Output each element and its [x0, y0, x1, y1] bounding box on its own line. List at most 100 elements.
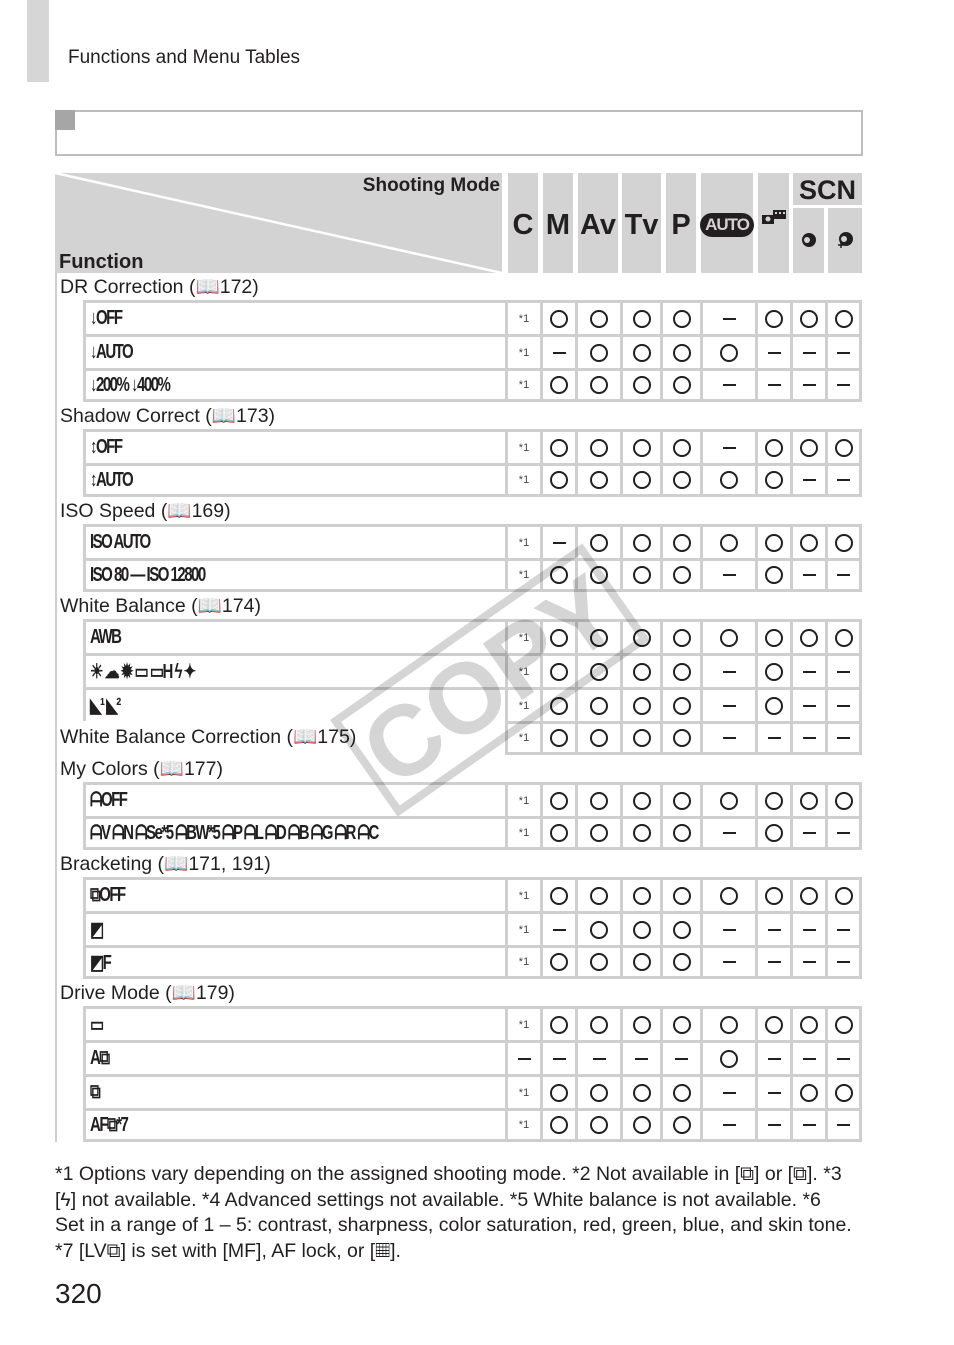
available-mark — [834, 309, 853, 328]
availability-cell — [660, 911, 700, 945]
availability-cell — [620, 911, 660, 945]
available-mark — [590, 376, 608, 394]
availability-cell — [620, 945, 660, 979]
availability-cell — [660, 463, 700, 497]
availability-cell — [825, 816, 862, 850]
availability-cell — [660, 1040, 700, 1074]
unavailable-mark — [767, 384, 781, 386]
available-mark — [720, 791, 738, 810]
unavailable-mark — [802, 574, 816, 576]
available-mark — [590, 309, 608, 328]
available-mark — [590, 1116, 608, 1134]
available-mark — [720, 1015, 738, 1034]
availability-cell — [575, 687, 620, 721]
page-number: 320 — [55, 1278, 102, 1309]
available-mark — [632, 886, 651, 905]
auto-mode-icon: AUTO — [700, 213, 754, 237]
availability-cell — [575, 1108, 620, 1142]
availability-cell — [660, 721, 700, 755]
unavailable-mark — [802, 351, 816, 354]
availability-cell — [790, 1006, 825, 1040]
availability-cell — [575, 945, 620, 979]
available-mark — [632, 309, 651, 328]
available-mark — [672, 824, 691, 842]
available-mark — [632, 343, 651, 362]
group-header-row: My Colors (📖177) — [55, 755, 862, 782]
mode-av-header: Av — [578, 173, 618, 273]
availability-cell — [700, 619, 755, 653]
availability-cell — [790, 300, 825, 334]
unavailable-mark — [802, 737, 816, 739]
table-row: AWB *1 — [55, 619, 862, 653]
function-option-cell: ↕AUTO — [83, 463, 505, 497]
available-mark — [632, 696, 651, 715]
availability-cell — [540, 334, 575, 368]
indent — [55, 945, 82, 979]
function-option-cell: ◩F — [83, 945, 505, 979]
table-row: ⧉ *1 — [55, 1074, 862, 1108]
unavailable-mark — [802, 1057, 816, 1060]
availability-cell — [575, 619, 620, 653]
availability-cell — [825, 463, 862, 497]
available-mark — [834, 886, 853, 905]
availability-cell — [660, 334, 700, 368]
availability-cell — [540, 721, 575, 755]
availability-cell — [790, 558, 825, 592]
availability-cell — [825, 945, 862, 979]
availability-cell — [755, 945, 790, 979]
availability-cell — [575, 911, 620, 945]
availability-cell — [660, 1074, 700, 1108]
available-mark — [632, 471, 651, 489]
availability-cell — [755, 524, 790, 558]
function-option-cell: ⧉ — [83, 1074, 505, 1108]
availability-cell — [700, 911, 755, 945]
available-mark — [550, 791, 568, 810]
unavailable-mark — [552, 1057, 566, 1060]
note-cell: *1 — [505, 429, 540, 463]
availability-cell — [505, 1040, 540, 1074]
available-mark — [765, 696, 783, 715]
function-option-cell: AWB — [83, 619, 505, 653]
note-cell: *1 — [505, 653, 540, 687]
unavailable-mark — [837, 704, 850, 707]
header-function-cell: Shooting Mode Function — [55, 173, 502, 273]
indent — [55, 334, 82, 368]
availability-cell — [700, 300, 755, 334]
function-option-cell: ↓OFF — [83, 300, 505, 334]
function-option-cell: ↓AUTO — [83, 334, 505, 368]
availability-cell — [790, 816, 825, 850]
available-mark — [550, 824, 568, 842]
unavailable-mark — [722, 446, 736, 449]
indent — [55, 463, 82, 497]
unavailable-mark — [837, 1124, 850, 1126]
available-mark — [834, 438, 853, 457]
table-row: ◩ *1 — [55, 911, 862, 945]
available-mark — [590, 953, 608, 971]
af-continuous-icon: AF⧉*7 — [90, 1113, 129, 1136]
availability-cell — [575, 877, 620, 911]
function-option-cell: ▭ — [83, 1006, 505, 1040]
available-mark — [550, 438, 568, 457]
availability-cell — [790, 619, 825, 653]
available-mark — [550, 309, 568, 328]
available-mark — [632, 662, 651, 681]
function-label: White Balance Correction (📖175) — [60, 726, 357, 748]
unavailable-mark — [722, 832, 736, 834]
available-mark — [672, 628, 691, 647]
table-row: ↓AUTO *1 — [55, 334, 862, 368]
unavailable-mark — [837, 928, 850, 931]
availability-cell — [825, 429, 862, 463]
group-header-row: White Balance (📖174) — [55, 592, 862, 619]
table-row: ↕OFF *1 — [55, 429, 862, 463]
group-label: White Balance (📖174) — [60, 595, 261, 617]
availability-cell — [660, 1108, 700, 1142]
availability-cell — [660, 558, 700, 592]
indent — [55, 1108, 82, 1142]
mode-c-header: C — [508, 173, 538, 273]
availability-cell — [660, 782, 700, 816]
mode-m-label: M — [545, 208, 571, 241]
available-mark — [672, 376, 691, 394]
table-row: ↕AUTO *1 — [55, 463, 862, 497]
available-mark — [672, 343, 691, 362]
available-mark — [765, 791, 783, 810]
